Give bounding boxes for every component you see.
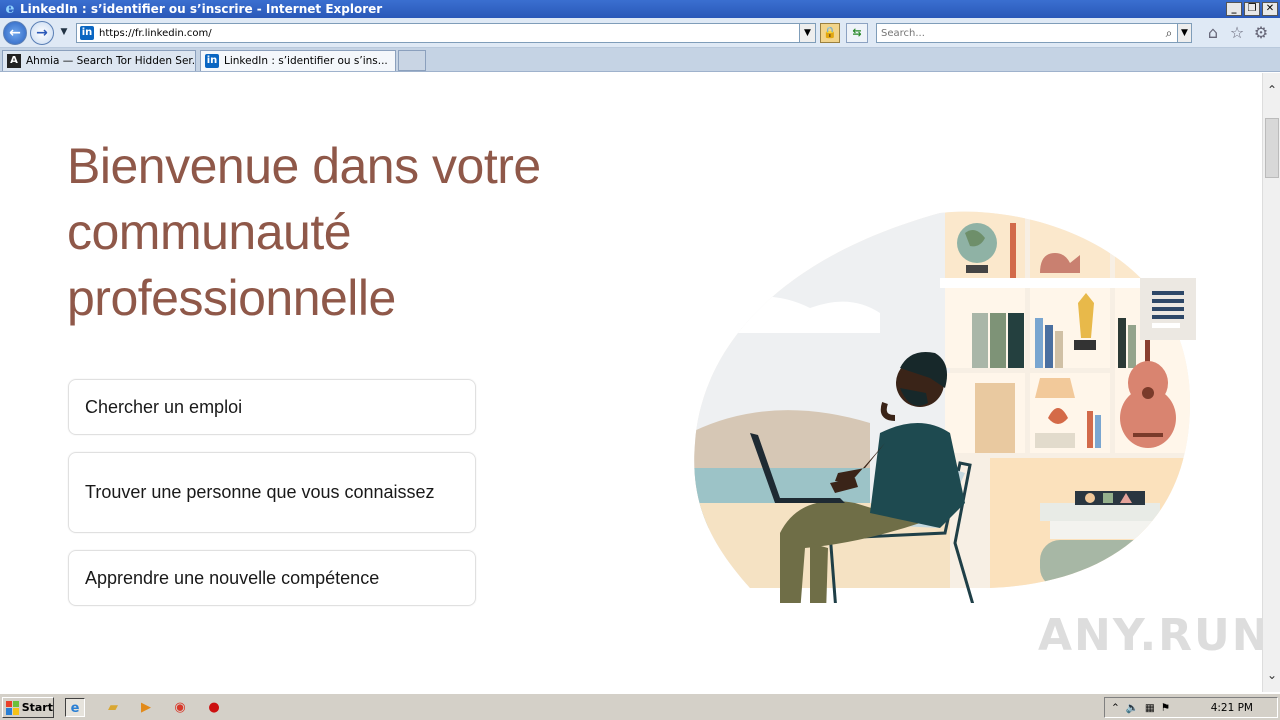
network-icon[interactable]: ▦ [1145, 702, 1155, 714]
start-label: Start [21, 701, 53, 714]
address-url[interactable]: https://fr.linkedin.com/ [99, 28, 212, 39]
linkedin-favicon-icon: in [205, 54, 219, 68]
refresh-button[interactable]: ⇆ [846, 23, 868, 43]
tab-label: LinkedIn : s’identifier ou s’ins... [224, 55, 388, 67]
find-person-button[interactable]: Trouver une personne que vous connaissez [68, 452, 476, 533]
taskbar: Start e ▰ ▶ ◉ ● ⌃ 🔈 ▦ ⚑ 4:21 PM [0, 693, 1280, 720]
volume-icon[interactable]: 🔈 [1126, 701, 1139, 714]
flag-icon[interactable]: ⚑ [1161, 702, 1170, 714]
tab-label: Ahmia — Search Tor Hidden Ser... [26, 55, 196, 67]
search-input[interactable] [877, 24, 1161, 42]
anyrun-watermark: ANY.RUN [1038, 610, 1262, 661]
scroll-down-icon[interactable]: ⌄ [1266, 668, 1278, 682]
search-box[interactable]: ⌕ ▼ [876, 23, 1192, 43]
search-job-button[interactable]: Chercher un emploi [68, 379, 476, 435]
navigation-bar: ← → ▼ in https://fr.linkedin.com/ ▼ 🔒 ⇆ … [0, 18, 1280, 48]
taskbar-media-player-icon[interactable]: ▶ [136, 698, 156, 717]
clock: 4:21 PM [1210, 701, 1253, 714]
tab-linkedin[interactable]: in LinkedIn : s’identifier ou s’ins... ✕ [200, 50, 396, 71]
search-icon[interactable]: ⌕ [1161, 26, 1177, 41]
vertical-scrollbar[interactable]: ⌃ ⌄ [1262, 73, 1280, 692]
windows-flag-icon [6, 700, 19, 715]
back-button[interactable]: ← [3, 21, 27, 45]
new-tab-button[interactable] [398, 50, 426, 71]
history-dropdown-icon[interactable]: ▼ [58, 27, 70, 39]
internet-explorer-icon: e [5, 1, 15, 17]
tab-ahmia[interactable]: A Ahmia — Search Tor Hidden Ser... [2, 50, 196, 71]
close-tab-icon[interactable]: ✕ [394, 54, 395, 69]
hero-illustration [694, 211, 1196, 603]
taskbar-chrome-icon[interactable]: ◉ [170, 698, 190, 717]
close-window-button[interactable]: ✕ [1262, 2, 1278, 16]
scroll-thumb[interactable] [1265, 118, 1279, 178]
taskbar-folder-icon[interactable]: ▰ [103, 698, 123, 717]
forward-button[interactable]: → [30, 21, 54, 45]
minimize-button[interactable]: _ [1226, 2, 1242, 16]
scroll-up-icon[interactable]: ⌃ [1266, 83, 1278, 97]
window-title-bar: e LinkedIn : s’identifier ou s’inscrire … [0, 0, 1280, 18]
page-content: Bienvenue dans votre communauté professi… [0, 73, 1262, 692]
taskbar-internet-explorer-icon[interactable]: e [65, 698, 85, 717]
address-dropdown-icon[interactable]: ▼ [799, 24, 815, 42]
system-tray: ⌃ 🔈 ▦ ⚑ 4:21 PM [1104, 697, 1278, 718]
gear-icon[interactable]: ⚙ [1252, 24, 1270, 42]
tab-bar: A Ahmia — Search Tor Hidden Ser... in Li… [0, 48, 1280, 72]
home-icon[interactable]: ⌂ [1204, 24, 1222, 42]
search-dropdown-icon[interactable]: ▼ [1177, 24, 1191, 42]
page-headline: Bienvenue dans votre communauté professi… [67, 138, 541, 326]
taskbar-antivirus-icon[interactable]: ● [204, 698, 224, 717]
start-button[interactable]: Start [2, 697, 54, 718]
learn-skill-button[interactable]: Apprendre une nouvelle compétence [68, 550, 476, 606]
restore-button[interactable]: ❐ [1244, 2, 1260, 16]
tray-expand-icon[interactable]: ⌃ [1111, 702, 1120, 714]
ahmia-favicon-icon: A [7, 54, 21, 68]
lock-icon[interactable]: 🔒 [820, 23, 840, 43]
address-bar[interactable]: in https://fr.linkedin.com/ ▼ [76, 23, 816, 43]
window-title: LinkedIn : s’identifier ou s’inscrire - … [20, 2, 383, 16]
favorites-star-icon[interactable]: ☆ [1228, 24, 1246, 42]
linkedin-favicon-icon: in [80, 26, 94, 40]
